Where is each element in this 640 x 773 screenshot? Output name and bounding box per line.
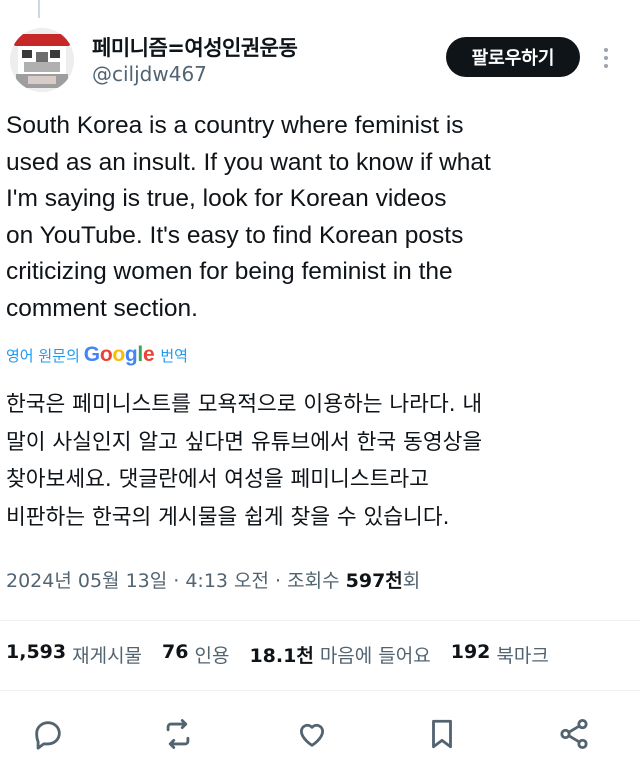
repost-button[interactable] <box>158 714 198 754</box>
tweet-text-line: comment section. <box>6 294 198 322</box>
author-display-name[interactable]: 페미니즘=여성인권운동 <box>92 32 298 62</box>
tweet-header: 페미니즘=여성인권운동 @ciljdw467 팔로우하기 <box>0 20 640 92</box>
avatar[interactable] <box>10 28 74 92</box>
follow-button[interactable]: 팔로우하기 <box>446 37 580 77</box>
reposts-stat[interactable]: 1,593 재게시물 <box>6 641 142 668</box>
likes-label: 마음에 들어요 <box>319 645 431 667</box>
tweet-text-line: South Korea is a country where feminist … <box>6 112 464 139</box>
thread-connector-line <box>38 0 40 18</box>
tweet-text-line: I'm saying is true, look for Korean vide… <box>6 185 447 212</box>
reply-icon <box>35 721 61 750</box>
translate-suffix: 번역 <box>160 346 188 365</box>
quotes-label: 인용 <box>194 645 230 667</box>
share-icon <box>560 718 588 750</box>
translated-text-line: 찾아보세요. 댓글란에서 여성을 페미니스트라고 <box>6 467 429 492</box>
tweet-action-bar <box>0 708 640 758</box>
divider <box>0 620 640 621</box>
tweet-body-text: South Korea is a country where feminist … <box>6 108 631 327</box>
likes-count: 18.1천 <box>249 645 314 667</box>
translated-text-line: 한국은 페미니스트를 모욕적으로 이용하는 나라다. 내 <box>6 392 483 417</box>
author-handle[interactable]: @ciljdw467 <box>92 62 207 86</box>
translated-text-line: 말이 사실인지 알고 싶다면 유튜브에서 한국 동영상을 <box>6 429 483 455</box>
engagement-stats: 1,593 재게시물 76 인용 18.1천 마음에 들어요 192 북마크 <box>6 641 569 668</box>
like-button[interactable] <box>292 714 332 754</box>
more-dot <box>604 56 608 60</box>
reposts-label: 재게시물 <box>72 645 143 667</box>
tweet-meta: 2024년 05월 13일 · 4:13 오전 · 조회수 597천회 <box>6 566 420 593</box>
tweet-timestamp[interactable]: 2024년 05월 13일 · 4:13 오전 · 조회수 <box>6 570 346 592</box>
reposts-count: 1,593 <box>6 641 67 663</box>
heart-icon <box>299 723 325 747</box>
bookmarks-count: 192 <box>450 641 491 663</box>
translate-attribution-link[interactable]: 영어 원문의 Google 번역 <box>6 340 188 370</box>
bookmarks-stat[interactable]: 192 북마크 <box>451 641 549 668</box>
more-dot <box>604 64 608 68</box>
tweet-text-line: on YouTube. It's easy to find Korean pos… <box>6 221 464 249</box>
likes-stat[interactable]: 18.1천 마음에 들어요 <box>249 641 430 668</box>
views-suffix: 회 <box>402 570 421 592</box>
more-vertical-icon[interactable] <box>594 38 618 78</box>
tweet-text-line: criticizing women for being feminist in … <box>6 258 453 285</box>
avatar-image <box>10 28 74 92</box>
views-count: 597천 <box>345 570 403 592</box>
bookmark-icon <box>432 719 452 749</box>
reply-button[interactable] <box>28 714 68 754</box>
tweet-text-line: used as an insult. If you want to know i… <box>6 148 491 176</box>
share-button[interactable] <box>554 714 594 754</box>
translated-text-line: 비판하는 한국의 게시물을 쉽게 찾을 수 있습니다. <box>6 504 450 530</box>
bookmark-button[interactable] <box>422 714 462 754</box>
bookmarks-label: 북마크 <box>496 645 549 667</box>
google-logo: Google <box>83 343 155 366</box>
quotes-stat[interactable]: 76 인용 <box>162 641 229 668</box>
translated-body-text: 한국은 페미니스트를 모욕적으로 이용하는 나라다. 내 말이 사실인지 알고 … <box>6 386 631 536</box>
translate-prefix: 영어 원문의 <box>6 346 80 365</box>
divider <box>0 690 640 691</box>
repost-icon <box>166 719 190 749</box>
quotes-count: 76 <box>162 641 189 663</box>
more-dot <box>604 48 608 52</box>
